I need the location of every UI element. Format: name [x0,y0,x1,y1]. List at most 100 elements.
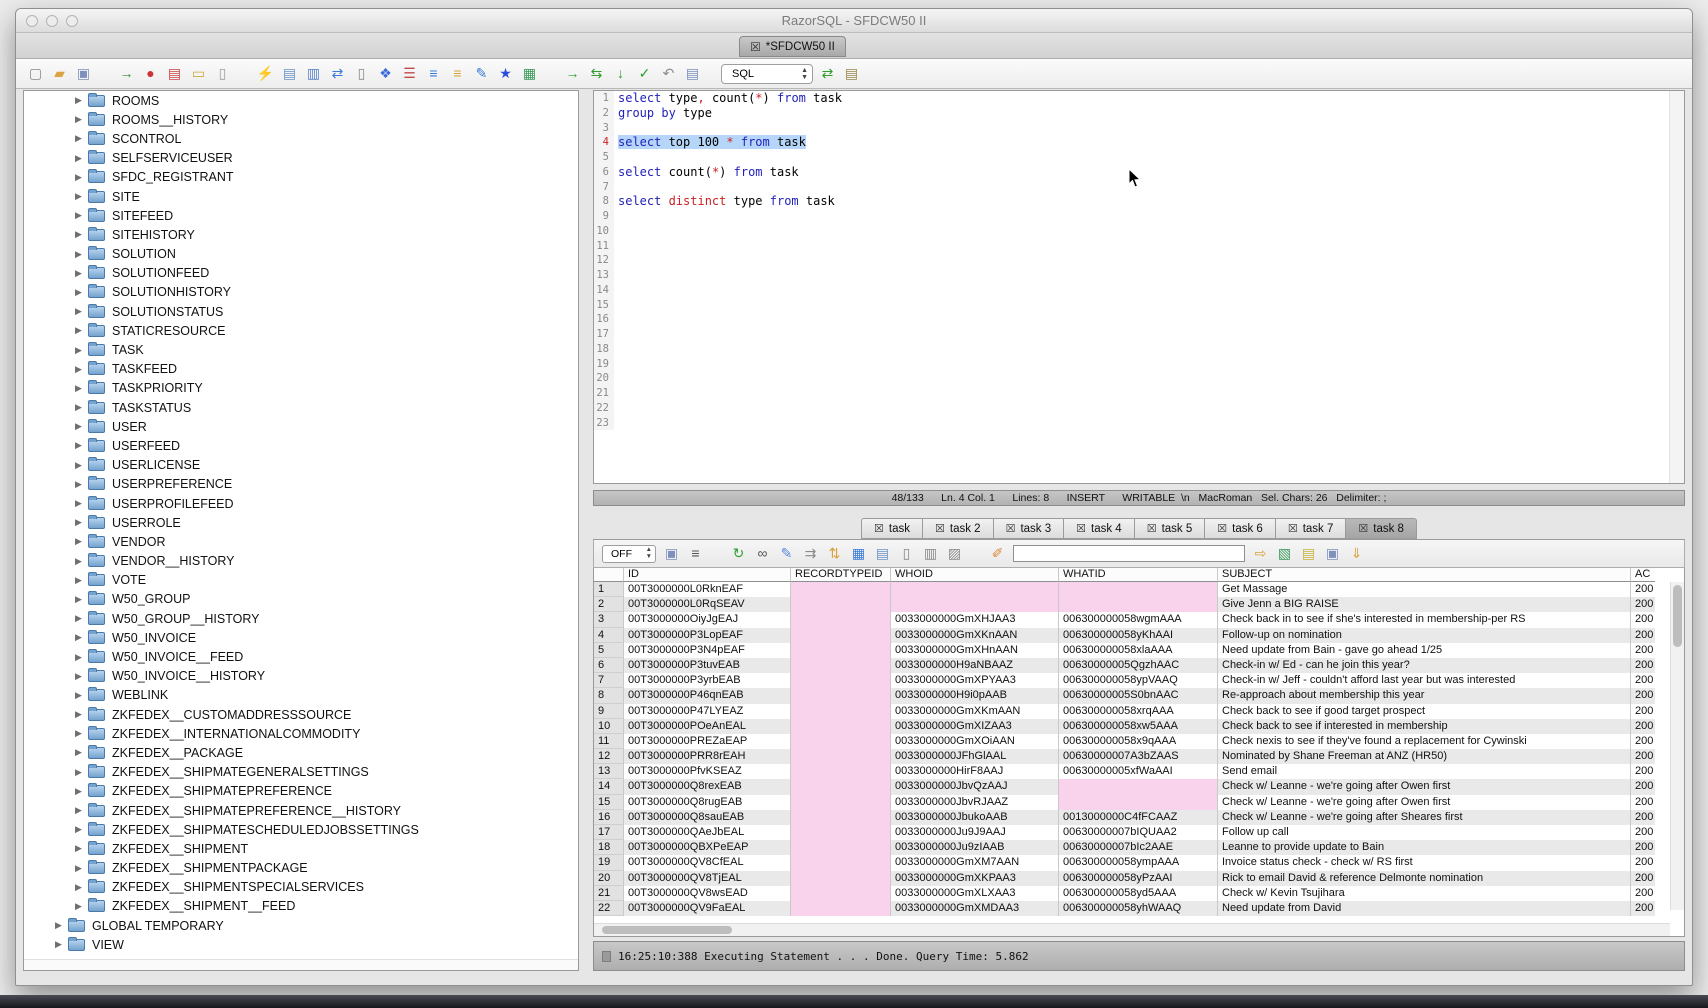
tree-item-zkfedex__package[interactable]: ▶ZKFEDEX__PACKAGE [24,743,578,762]
tree-item-selfserviceuser[interactable]: ▶SELFSERVICEUSER [24,149,578,168]
table-cell[interactable]: Check back to see if good target prospec… [1218,704,1631,719]
table-cell[interactable] [791,749,891,764]
doc-view-icon[interactable]: ▯ [897,544,916,563]
close-result-tab-icon[interactable]: ☒ [1006,522,1016,535]
table-vertical-scrollbar[interactable] [1670,582,1684,910]
tree-item-w50_group__history[interactable]: ▶W50_GROUP__HISTORY [24,609,578,628]
table-cell[interactable] [1059,795,1218,810]
table-cell[interactable] [791,673,891,688]
expand-arrow-icon[interactable]: ▶ [72,786,85,797]
table-cell[interactable]: Invoice status check - check w/ RS first [1218,855,1631,870]
expand-arrow-icon[interactable]: ▶ [72,901,85,912]
result-tab-task-4[interactable]: ☒task 4 [1064,518,1135,539]
hscroll-thumb[interactable] [602,926,732,934]
copy-results-icon[interactable]: ▥ [921,544,940,563]
highlighter-icon[interactable]: ✐ [988,544,1007,563]
table-row[interactable]: 500T3000000P3N4pEAF0033000000GmXHnAAN006… [594,643,1655,658]
expand-arrow-icon[interactable]: ▶ [72,671,85,682]
table-cell[interactable]: 00T3000000P3LopEAF [624,628,791,643]
table-cell[interactable]: Check w/ Leanne - we're going after Owen… [1218,795,1631,810]
table-cell[interactable]: 0013000000C4fFCAAZ [1059,810,1218,825]
sort-columns-icon[interactable]: ⇅ [825,544,844,563]
tree-item-sfdc_registrant[interactable]: ▶SFDC_REGISTRANT [24,168,578,187]
table-export-icon[interactable]: ▦ [520,64,539,83]
expand-arrow-icon[interactable]: ▶ [72,613,85,624]
table-cell[interactable]: 00630000005S0bnAAC [1059,688,1218,703]
table-row[interactable]: 1700T3000000QAeJbEAL0033000000Ju9J9AAJ00… [594,825,1655,840]
table-cell[interactable]: 200 [1631,643,1655,658]
table-cell[interactable]: 006300000058yPzAAI [1059,871,1218,886]
filter-sort-icon[interactable]: ≡ [686,544,705,563]
table-cell[interactable]: 006300000058yhWAAQ [1059,901,1218,916]
table-cell[interactable]: 0033000000Ju9J9AAJ [891,825,1059,840]
table-cell[interactable]: 00T3000000P3N4pEAF [624,643,791,658]
table-cell[interactable] [791,764,891,779]
table-cell[interactable]: 00630000005QgzhAAC [1059,658,1218,673]
table-row[interactable]: 200T3000000L0RqSEAVGive Jenn a BIG RAISE… [594,597,1655,612]
expand-arrow-icon[interactable]: ▶ [72,460,85,471]
result-tab-task-8[interactable]: ☒task 8 [1346,518,1417,539]
sql-editor[interactable]: 1select type, count(*) from task2group b… [593,90,1685,484]
expand-arrow-icon[interactable]: ▶ [72,421,85,432]
expand-arrow-icon[interactable]: ▶ [72,364,85,375]
table-cell[interactable]: 006300000058ypVAAQ [1059,673,1218,688]
table-cell[interactable]: 00T3000000L0RqSEAV [624,597,791,612]
table-cell[interactable]: 200 [1631,795,1655,810]
tree-item-w50_invoice__feed[interactable]: ▶W50_INVOICE__FEED [24,647,578,666]
table-cell[interactable] [791,825,891,840]
related-data-icon[interactable]: ⇉ [801,544,820,563]
clipboard-icon[interactable]: ▤ [683,64,702,83]
table-cell[interactable]: Check w/ Leanne - we're going after Owen… [1218,779,1631,794]
statement-type-select[interactable]: SQL ▲▼ [721,64,813,84]
table-cell[interactable] [1059,582,1218,597]
table-cell[interactable]: Nominated by Shane Freeman at ANZ (HR50) [1218,749,1631,764]
table-cell[interactable]: 200 [1631,673,1655,688]
table-cell[interactable] [891,582,1059,597]
close-result-tab-icon[interactable]: ☒ [1147,522,1157,535]
table-cell[interactable] [791,871,891,886]
connect-icon[interactable]: → [117,64,136,83]
table-cell[interactable] [791,855,891,870]
table-cell[interactable]: 0033000000GmXPYAA3 [891,673,1059,688]
table-cell[interactable]: 200 [1631,658,1655,673]
tree-item-userfeed[interactable]: ▶USERFEED [24,436,578,455]
new-file-icon[interactable]: ▢ [26,64,45,83]
tree-item-vendor[interactable]: ▶VENDOR [24,532,578,551]
lightning-icon[interactable]: ⚡ [256,64,275,83]
table-cell[interactable]: 0033000000JbvQzAAJ [891,779,1059,794]
sort-desc-icon[interactable]: ≡ [424,64,443,83]
table-row[interactable]: 1600T3000000Q8sauEAB0033000000JbukoAAB00… [594,810,1655,825]
table-cell[interactable] [791,734,891,749]
execute-icon[interactable]: → [563,64,582,83]
table-row[interactable]: 100T3000000L0RknEAFGet Massage200 [594,582,1655,597]
table-cell[interactable]: Check back to see if interested in membe… [1218,719,1631,734]
form-icon[interactable]: ▤ [280,64,299,83]
tree-item-vote[interactable]: ▶VOTE [24,571,578,590]
close-tab-icon[interactable]: ☒ [750,40,761,54]
close-result-tab-icon[interactable]: ☒ [874,522,884,535]
refresh-results-icon[interactable]: ↻ [729,544,748,563]
table-cell[interactable]: 00T3000000QV8TjEAL [624,871,791,886]
table-cell[interactable]: 00T3000000Q8sauEAB [624,810,791,825]
glasses-icon[interactable]: ∞ [753,544,772,563]
table-cell[interactable]: 0033000000GmXMDAA3 [891,901,1059,916]
table-cell[interactable] [791,901,891,916]
auto-refresh-select[interactable]: OFF ▲▼ [602,545,656,563]
notes-icon[interactable]: ▤ [1299,544,1318,563]
results-table[interactable]: IDRECORDTYPEIDWHOIDWHATIDSUBJECTAC100T30… [593,568,1685,937]
table-cell[interactable]: Need update from Bain - gave go ahead 1/… [1218,643,1631,658]
tree-item-zkfedex__shipment__feed[interactable]: ▶ZKFEDEX__SHIPMENT__FEED [24,897,578,916]
list-icon[interactable]: ☰ [400,64,419,83]
result-tab-task-5[interactable]: ☒task 5 [1135,518,1206,539]
table-cell[interactable]: 00T3000000PfvKSEAZ [624,764,791,779]
column-header-whatid[interactable]: WHATID [1059,568,1218,582]
fetch-icon[interactable]: ↓ [611,64,630,83]
column-header-ac[interactable]: AC [1631,568,1655,582]
table-cell[interactable]: 0033000000GmXHJAA3 [891,612,1059,627]
expand-arrow-icon[interactable]: ▶ [72,229,85,240]
table-cell[interactable]: 00T3000000OiyJgEAJ [624,612,791,627]
results-search-input[interactable] [1013,545,1245,562]
expand-arrow-icon[interactable]: ▶ [72,517,85,528]
table-cell[interactable] [791,810,891,825]
table-cell[interactable]: Check nexis to see if they've found a re… [1218,734,1631,749]
